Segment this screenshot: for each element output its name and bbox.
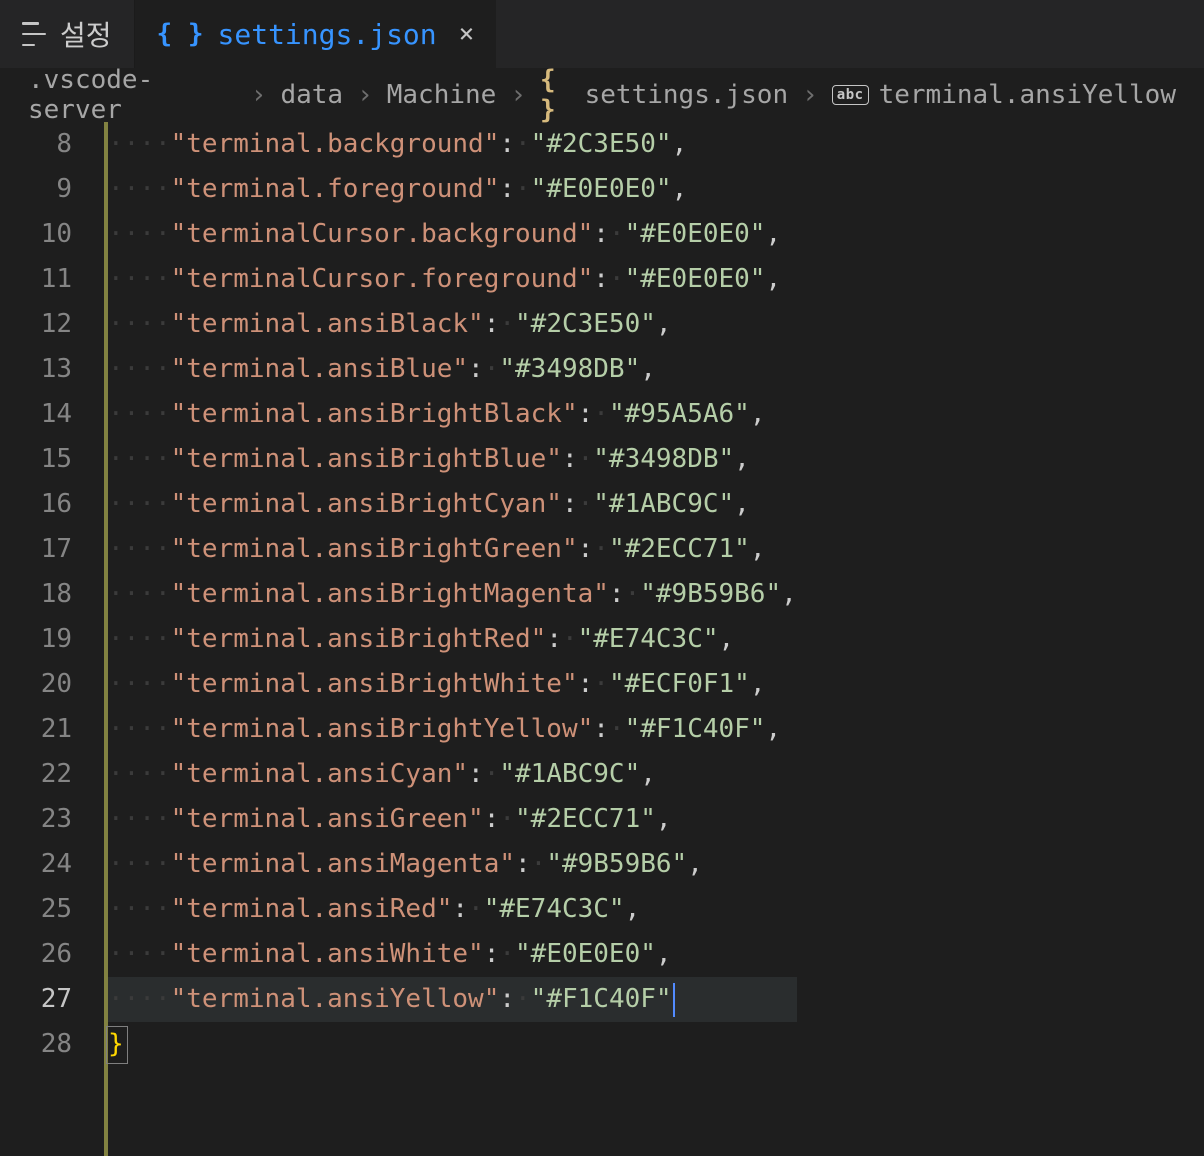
code-line[interactable]: ····"terminal.ansiBrightWhite":·"#ECF0F1… <box>108 662 797 707</box>
line-number: 20 <box>0 662 72 707</box>
menu-icon <box>22 22 46 46</box>
code-line[interactable]: ····"terminalCursor.foreground":·"#E0E0E… <box>108 257 797 302</box>
line-number: 23 <box>0 797 72 842</box>
breadcrumb-item[interactable]: abc terminal.ansiYellow <box>832 80 1176 110</box>
code-line[interactable]: ····"terminal.ansiBrightYellow":·"#F1C40… <box>108 707 797 752</box>
code-line[interactable]: ····"terminal.ansiWhite":·"#E0E0E0", <box>108 932 797 977</box>
code-line[interactable]: ····"terminal.ansiCyan":·"#1ABC9C", <box>108 752 797 797</box>
line-number: 26 <box>0 932 72 977</box>
code-line[interactable]: ····"terminal.ansiBrightBlue":·"#3498DB"… <box>108 437 797 482</box>
code-line[interactable]: ····"terminal.ansiBrightBlack":·"#95A5A6… <box>108 392 797 437</box>
code-line[interactable]: ····"terminal.ansiBrightMagenta":·"#9B59… <box>108 572 797 617</box>
tab-bar: 설정 { } settings.json × <box>0 0 1204 68</box>
code-line[interactable]: ····"terminalCursor.background":·"#E0E0E… <box>108 212 797 257</box>
breadcrumb-item[interactable]: { } settings.json <box>540 65 788 125</box>
line-number: 17 <box>0 527 72 572</box>
line-number: 12 <box>0 302 72 347</box>
chevron-right-icon: › <box>506 80 530 110</box>
line-number: 10 <box>0 212 72 257</box>
string-symbol-icon: abc <box>832 85 869 105</box>
chevron-right-icon: › <box>798 80 822 110</box>
line-number: 16 <box>0 482 72 527</box>
close-icon[interactable]: × <box>459 19 475 49</box>
line-number: 14 <box>0 392 72 437</box>
breadcrumb-item[interactable]: .vscode-server <box>28 65 237 125</box>
chevron-right-icon: › <box>353 80 377 110</box>
line-number: 21 <box>0 707 72 752</box>
code-line[interactable]: ····"terminal.ansiBrightRed":·"#E74C3C", <box>108 617 797 662</box>
breadcrumb: .vscode-server › data › Machine › { } se… <box>0 68 1204 122</box>
code-line[interactable]: ····"terminal.ansiGreen":·"#2ECC71", <box>108 797 797 842</box>
line-number: 8 <box>0 122 72 167</box>
code-line[interactable]: ····"terminal.foreground":·"#E0E0E0", <box>108 167 797 212</box>
code-editor[interactable]: 8910111213141516171819202122232425262728… <box>0 122 1204 1156</box>
line-number: 18 <box>0 572 72 617</box>
line-number: 9 <box>0 167 72 212</box>
line-number: 24 <box>0 842 72 887</box>
chevron-right-icon: › <box>247 80 271 110</box>
tab-settings-json[interactable]: { } settings.json × <box>135 0 497 68</box>
code-line[interactable]: ····"terminal.ansiBlack":·"#2C3E50", <box>108 302 797 347</box>
json-file-icon: { } <box>540 65 575 125</box>
line-number: 25 <box>0 887 72 932</box>
json-file-icon: { } <box>157 19 204 49</box>
code-line[interactable]: ····"terminal.ansiBlue":·"#3498DB", <box>108 347 797 392</box>
code-line[interactable]: } <box>108 1022 797 1067</box>
code-area[interactable]: ····"terminal.background":·"#2C3E50",···… <box>108 122 797 1156</box>
code-line[interactable]: ····"terminal.ansiMagenta":·"#9B59B6", <box>108 842 797 887</box>
line-number: 27 <box>0 977 72 1022</box>
code-line[interactable]: ····"terminal.background":·"#2C3E50", <box>108 122 797 167</box>
line-number: 15 <box>0 437 72 482</box>
code-line[interactable]: ····"terminal.ansiBrightGreen":·"#2ECC71… <box>108 527 797 572</box>
line-number: 11 <box>0 257 72 302</box>
line-number: 22 <box>0 752 72 797</box>
code-line[interactable]: ····"terminal.ansiRed":·"#E74C3C", <box>108 887 797 932</box>
line-number: 19 <box>0 617 72 662</box>
tab-label: settings.json <box>218 18 437 51</box>
code-line[interactable]: ····"terminal.ansiYellow":·"#F1C40F" <box>108 977 797 1022</box>
line-number: 28 <box>0 1022 72 1067</box>
line-number: 13 <box>0 347 72 392</box>
tab-label: 설정 <box>60 14 112 54</box>
line-number-gutter: 8910111213141516171819202122232425262728 <box>0 122 100 1156</box>
tab-settings[interactable]: 설정 <box>0 0 134 68</box>
code-line[interactable]: ····"terminal.ansiBrightCyan":·"#1ABC9C"… <box>108 482 797 527</box>
breadcrumb-item[interactable]: data <box>280 80 343 110</box>
breadcrumb-item[interactable]: Machine <box>387 80 497 110</box>
